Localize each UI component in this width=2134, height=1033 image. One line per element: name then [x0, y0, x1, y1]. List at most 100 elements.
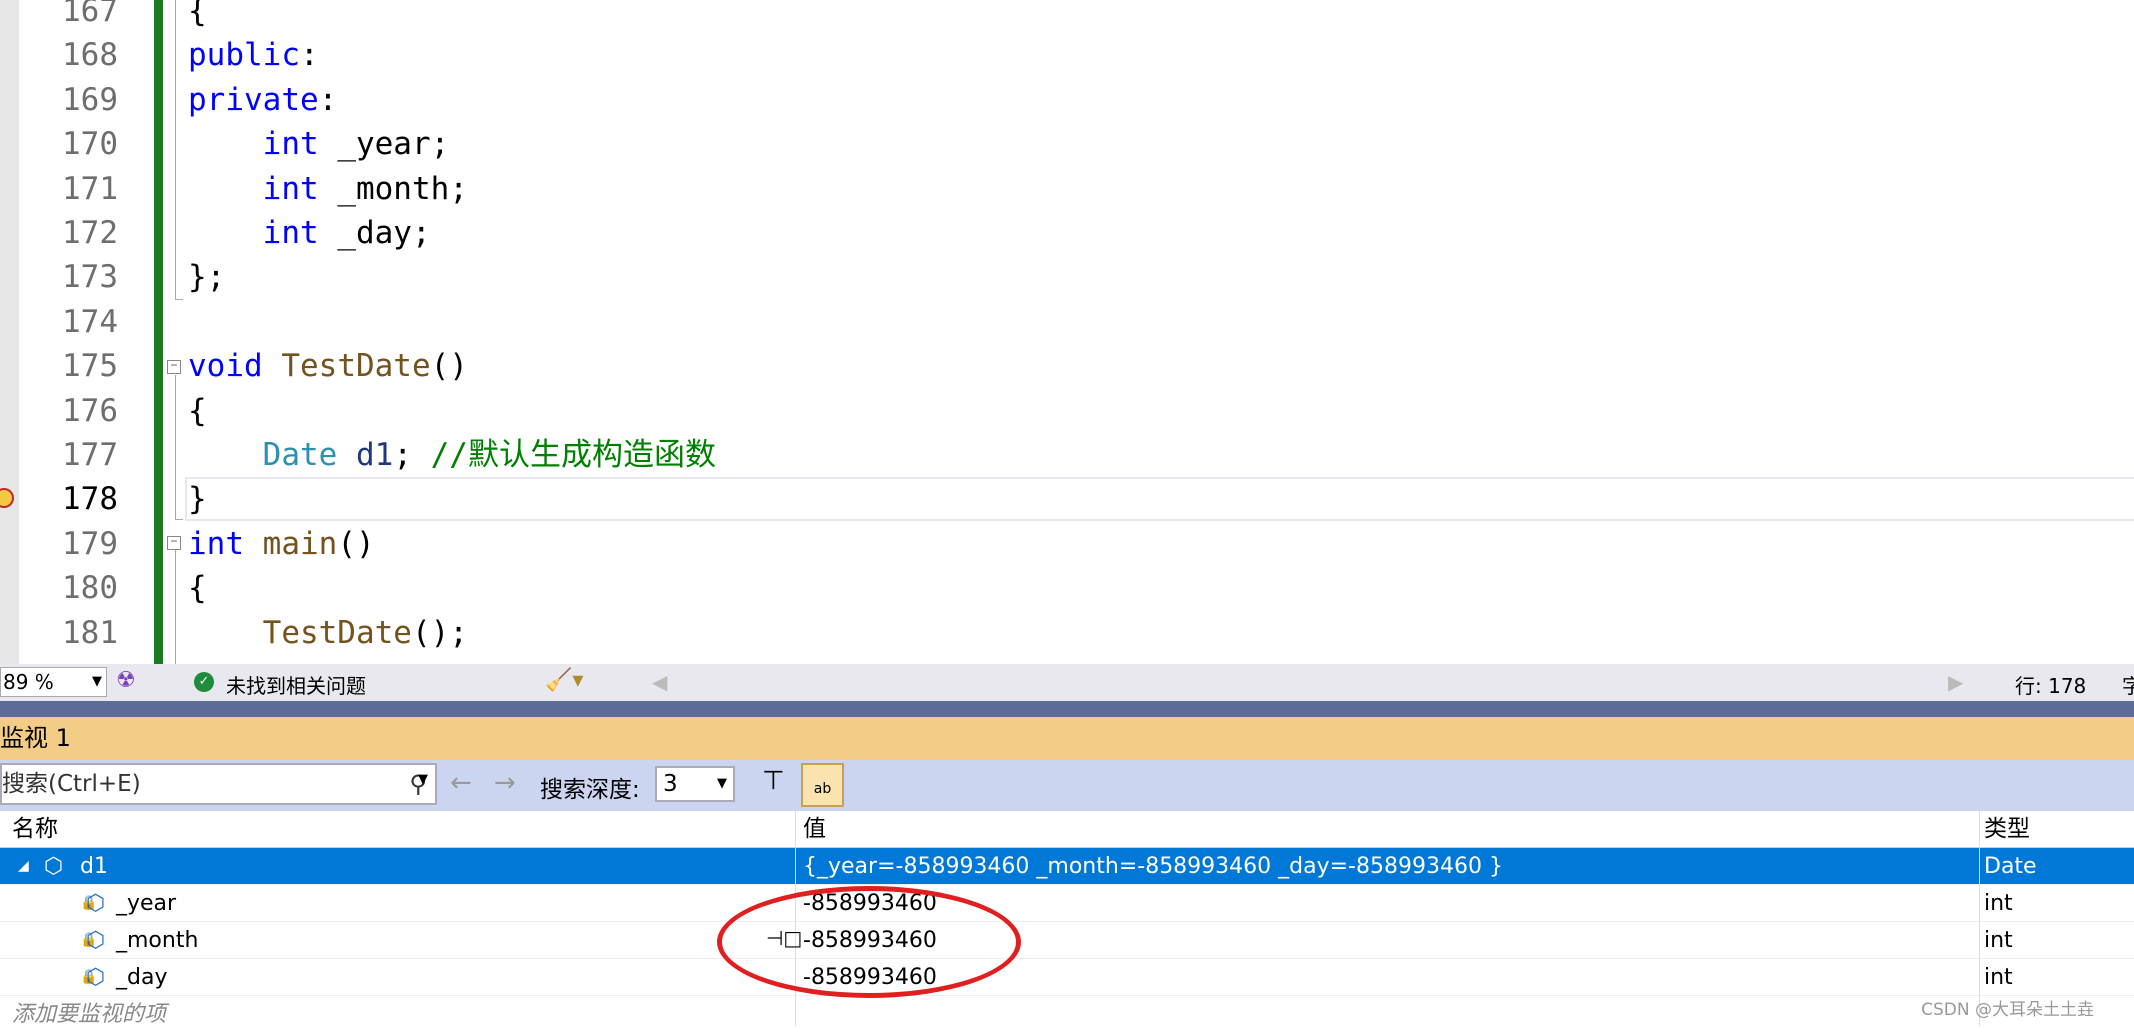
current-line-highlight	[185, 477, 2134, 521]
add-watch-placeholder[interactable]: 添加要监视的项	[12, 996, 166, 1033]
depth-value: 3	[663, 771, 678, 797]
code-line[interactable]: void TestDate()	[188, 344, 468, 388]
watch-type: int	[1984, 965, 2013, 990]
code-line[interactable]: Date d1; //默认生成构造函数	[188, 433, 716, 477]
collapse-icon[interactable]: −	[167, 360, 181, 374]
watch-title: 监视 1	[0, 724, 71, 752]
search-input[interactable]: 搜索(Ctrl+E) ⚲	[0, 763, 437, 805]
code-line[interactable]: public:	[188, 33, 319, 77]
watch-header: 名称 值 类型	[0, 811, 2134, 848]
scroll-left-icon[interactable]: ◀	[652, 670, 667, 694]
breakpoint-margin[interactable]	[0, 0, 19, 664]
code-token: ()	[337, 525, 375, 562]
copilot-icon[interactable]: ☢	[116, 668, 136, 693]
code-token: :	[299, 37, 319, 74]
line-number: 174	[62, 303, 118, 340]
code-token: }	[188, 481, 207, 518]
code-line[interactable]: {	[188, 389, 207, 433]
code-line[interactable]: }	[188, 477, 207, 521]
watch-row[interactable]: ◢ ⬡ d1 {_year=-858993460 _month=-858993460 …	[0, 848, 2134, 885]
line-number: 180	[62, 570, 118, 607]
code-token: public	[188, 37, 300, 74]
line-number: 173	[62, 259, 118, 296]
column-divider[interactable]	[1979, 811, 1980, 1026]
code-token: int	[262, 126, 319, 163]
watch-toolbar: 搜索(Ctrl+E) ⚲ ▼ ← → 搜索深度: 3 ▼ ⊤ ab	[0, 760, 2134, 811]
column-value-header[interactable]: 值	[803, 811, 826, 848]
collapse-arrow-icon[interactable]: ◢	[18, 848, 29, 885]
code-line[interactable]: {	[188, 566, 207, 610]
watch-name: _month	[116, 928, 199, 953]
check-icon: ✓	[194, 672, 214, 692]
cleanup-icon[interactable]: 🧹▾	[545, 668, 583, 693]
add-watch-row[interactable]: 添加要监视的项	[0, 996, 2134, 1033]
pin-value-icon[interactable]: ⊣□	[766, 926, 802, 950]
watch-row[interactable]: 🔒 ⬡ _day -858993460 int	[0, 959, 2134, 996]
outline-bracket	[175, 0, 183, 300]
issues-text[interactable]: 未找到相关问题	[226, 670, 366, 699]
code-token: {	[188, 570, 207, 607]
search-depth-dropdown[interactable]: 3 ▼	[655, 766, 735, 802]
watch-name: d1	[80, 854, 108, 879]
code-line[interactable]: };	[188, 255, 225, 299]
collapse-icon[interactable]: −	[167, 536, 181, 550]
watch-type: int	[1984, 928, 2013, 953]
watch-row[interactable]: 🔒 ⬡ _year -858993460 int	[0, 885, 2134, 922]
line-number: 178	[62, 481, 118, 518]
char-indicator[interactable]: 字	[2122, 670, 2134, 699]
view-as-text-icon[interactable]: ab	[801, 763, 844, 807]
splitter[interactable]	[0, 701, 2134, 717]
column-name-header[interactable]: 名称	[12, 811, 58, 848]
code-line[interactable]: private:	[188, 78, 337, 122]
code-token: {	[188, 392, 207, 429]
line-number: 167	[62, 0, 118, 29]
code-line[interactable]: TestDate();	[188, 611, 468, 655]
code-line[interactable]: int _month;	[188, 167, 468, 211]
line-number: 170	[62, 126, 118, 163]
watch-value[interactable]: {_year=-858993460 _month=-858993460 _day…	[803, 848, 1503, 885]
forward-arrow-icon[interactable]: →	[494, 768, 516, 798]
watch-row[interactable]: 🔒 ⬡ _month -858993460 int	[0, 922, 2134, 959]
line-number: 176	[62, 392, 118, 429]
back-arrow-icon[interactable]: ←	[450, 768, 472, 798]
code-token: Date	[262, 437, 338, 473]
code-token: _day;	[318, 215, 431, 251]
code-token: :	[318, 81, 338, 118]
code-token: int	[262, 170, 319, 207]
code-line[interactable]: int _year;	[188, 122, 450, 166]
code-token: main	[262, 525, 338, 562]
column-type-header[interactable]: 类型	[1984, 811, 2030, 848]
code-line[interactable]: int _day;	[188, 211, 431, 255]
code-token: d1	[355, 437, 394, 473]
code-token: TestDate	[281, 348, 431, 385]
search-options-dropdown[interactable]: ▼	[418, 772, 428, 787]
code-token: ();	[411, 614, 468, 651]
code-token: {	[188, 0, 207, 29]
watch-name: _day	[116, 965, 168, 990]
pin-icon[interactable]: ⊤	[762, 766, 785, 796]
watch-type: int	[1984, 891, 2013, 916]
code-line[interactable]: {	[188, 0, 207, 33]
field-icon: ⬡	[86, 965, 106, 990]
watch-type: Date	[1984, 854, 2037, 879]
line-number: 169	[62, 81, 118, 118]
field-icon: ⬡	[44, 854, 64, 879]
watch-window-tab[interactable]: 监视 1	[0, 717, 2134, 760]
line-indicator[interactable]: 行: 178	[2015, 670, 2086, 699]
red-annotation-ellipse	[717, 886, 1021, 998]
scroll-right-icon[interactable]: ▶	[1948, 670, 1963, 694]
code-line[interactable]: int main()	[188, 522, 375, 566]
field-icon: ⬡	[86, 928, 106, 953]
zoom-dropdown[interactable]: 89 % ▼	[0, 667, 107, 697]
code-token: _month;	[318, 170, 468, 207]
search-depth-label: 搜索深度:	[540, 777, 640, 803]
watch-name: _year	[116, 891, 177, 916]
editor-status-bar: 89 % ▼ ☢ ✓ 未找到相关问题 🧹▾ ◀ ▶ 行: 178 字	[0, 664, 2134, 701]
line-number: 168	[62, 37, 118, 74]
